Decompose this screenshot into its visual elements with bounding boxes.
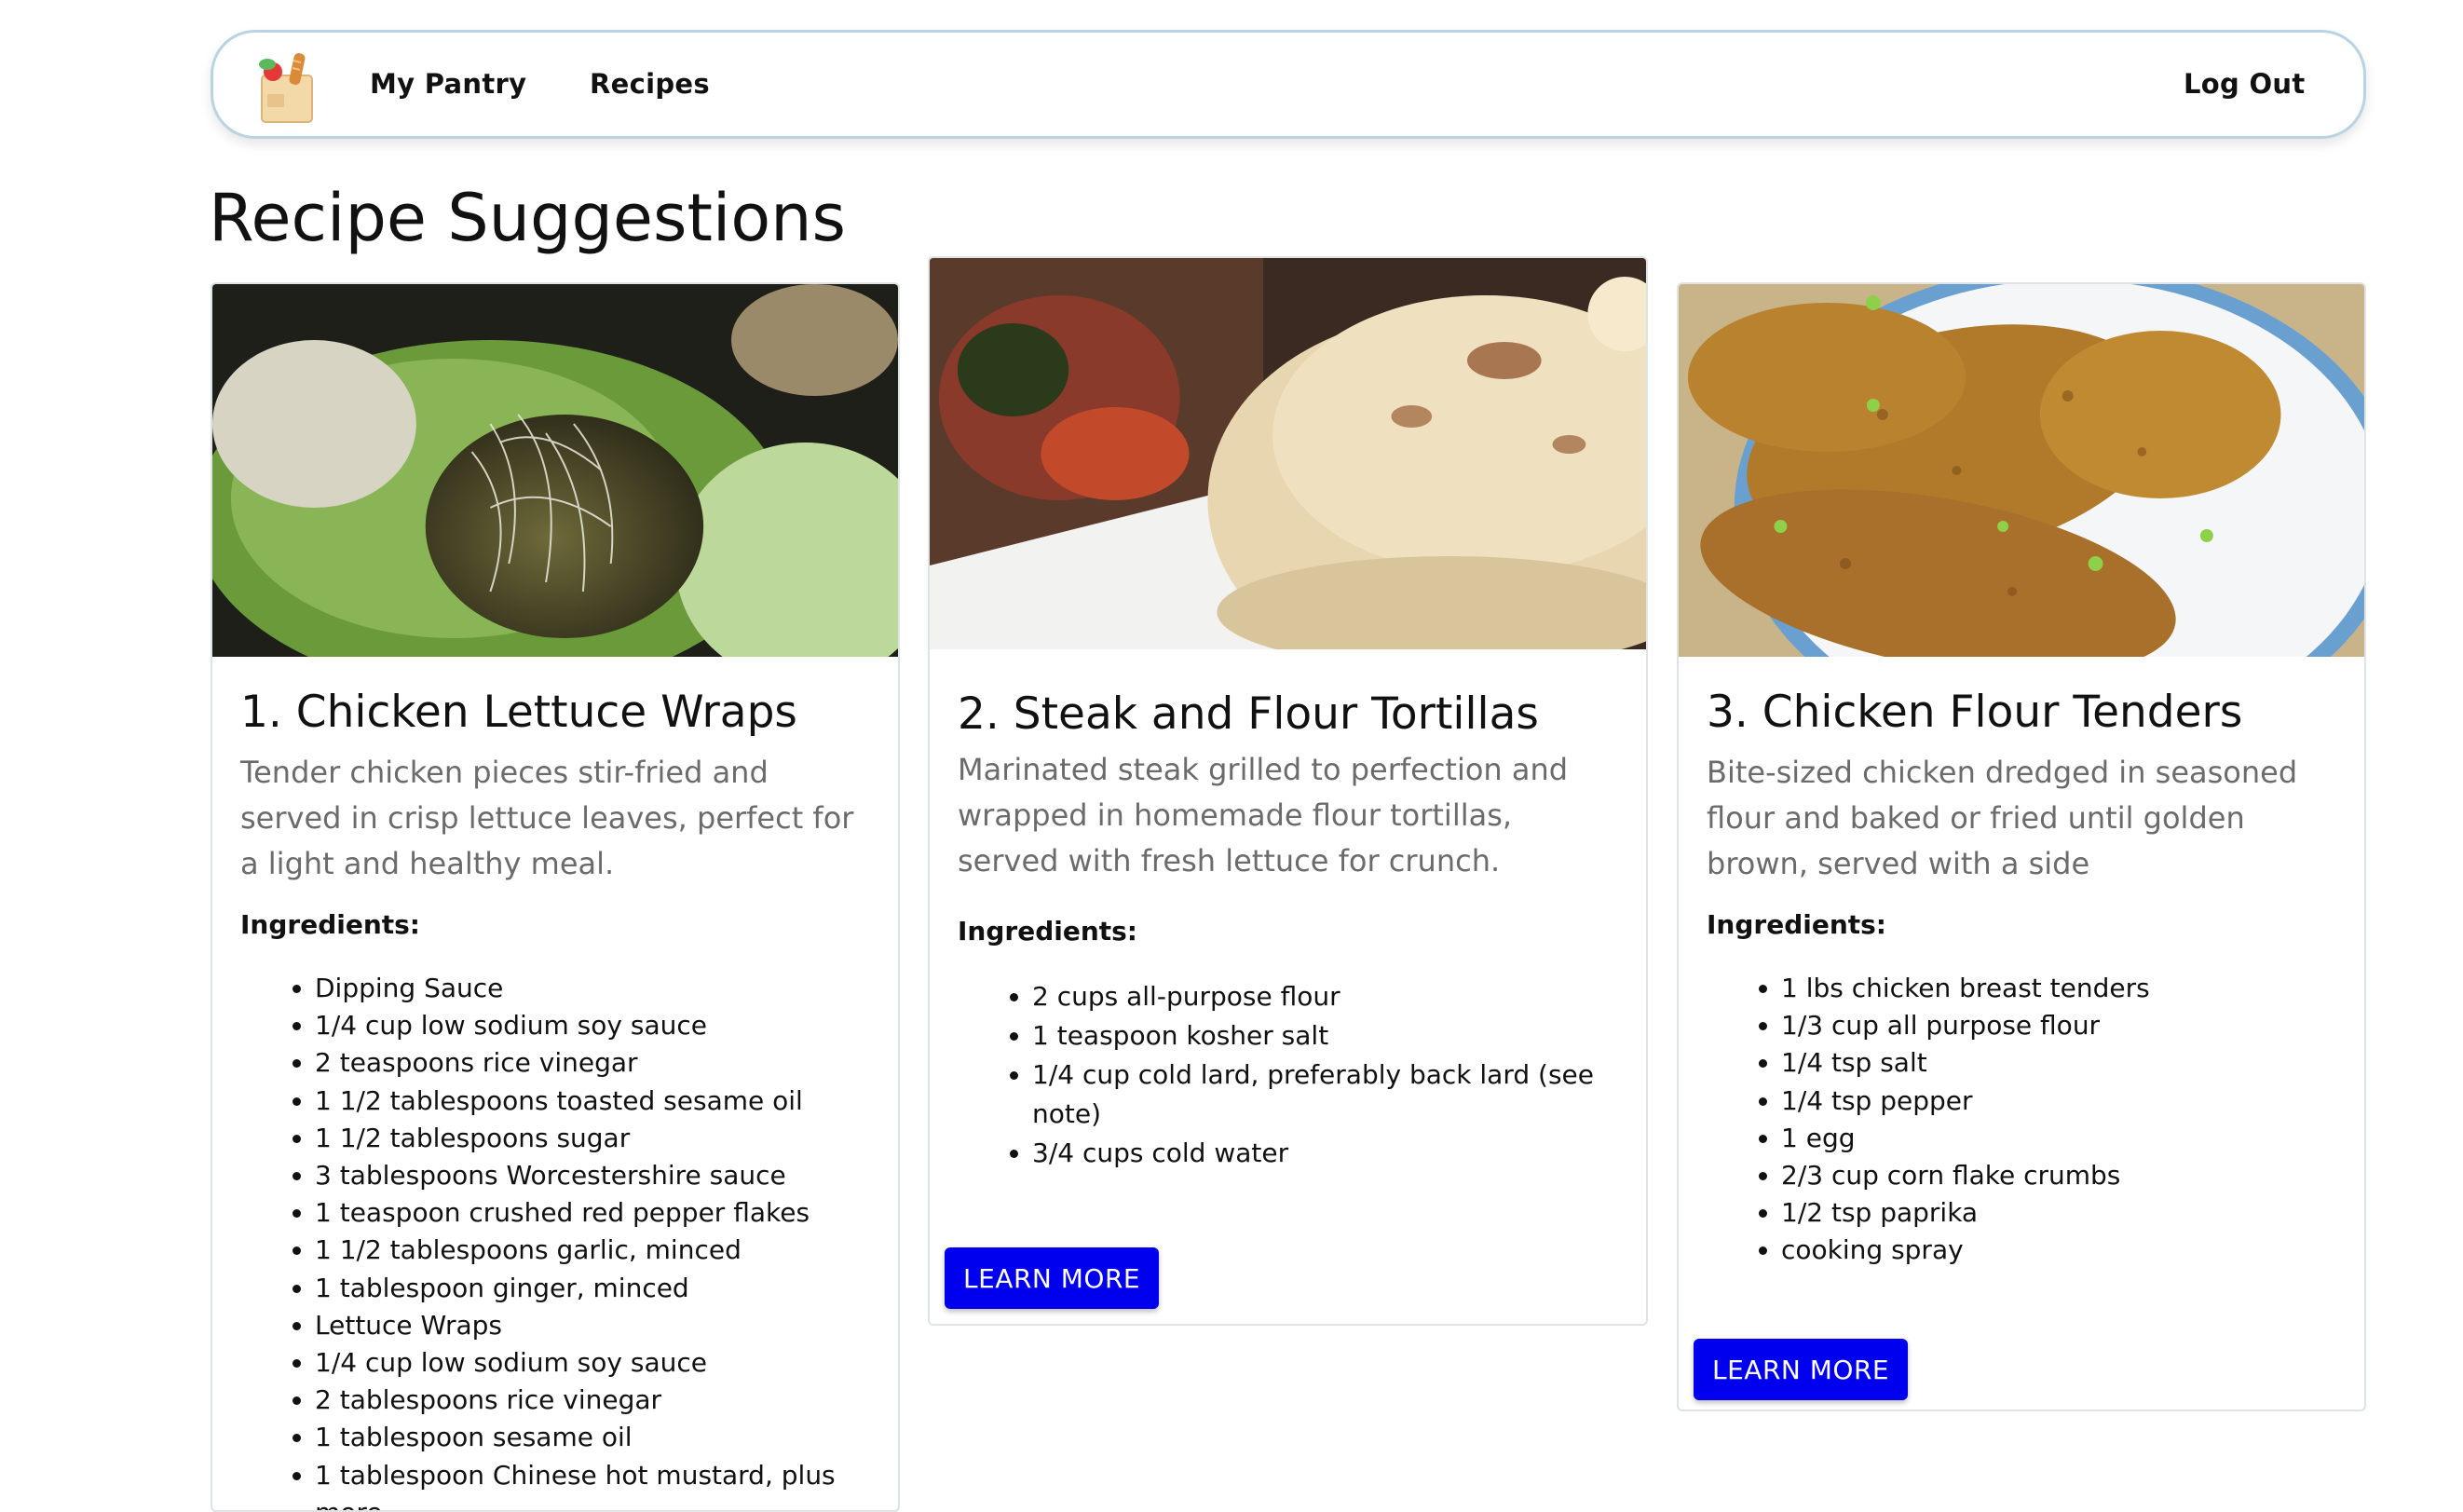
ingredient-item: Dipping Sauce (315, 970, 879, 1007)
ingredient-item: 1 1/2 tablespoons garlic, minced (315, 1232, 879, 1269)
ingredient-item: 1 tablespoon Chinese hot mustard, plus m… (315, 1457, 879, 1510)
ingredient-item: 1/2 tsp paprika (1781, 1194, 2346, 1232)
recipe-card: 2. Steak and Flour Tortillas Marinated s… (928, 256, 1648, 1326)
ingredient-item: 3 tablespoons Worcestershire sauce (315, 1157, 879, 1194)
chicken-tenders-photo (1679, 284, 2364, 657)
learn-more-button[interactable]: LEARN MORE (945, 1247, 1160, 1309)
logout-link[interactable]: Log Out (2184, 68, 2306, 100)
grocery-bag-icon[interactable] (254, 48, 320, 126)
ingredient-item: 2 teaspoons rice vinegar (315, 1044, 879, 1082)
recipe-title: 3. Chicken Flour Tenders (1707, 687, 2243, 738)
ingredient-item: 1 1/2 tablespoons toasted sesame oil (315, 1083, 879, 1120)
ingredient-item: 1/4 cup low sodium soy sauce (315, 1007, 879, 1044)
ingredient-item: 2 tablespoons rice vinegar (315, 1382, 879, 1419)
recipe-description: Marinated steak grilled to perfection an… (958, 752, 1569, 879)
ingredient-item: 1 lbs chicken breast tenders (1781, 970, 2346, 1007)
ingredient-item: cooking spray (1781, 1232, 2346, 1269)
recipe-title: 1. Chicken Lettuce Wraps (240, 687, 797, 738)
steak-and-tortillas-photo (930, 258, 1646, 649)
recipe-title: 2. Steak and Flour Tortillas (958, 688, 1539, 740)
ingredient-item: 1 tablespoon ginger, minced (315, 1270, 879, 1307)
learn-more-button[interactable]: LEARN MORE (1694, 1339, 1909, 1400)
ingredient-item: 1/4 cup cold lard, preferably back lard … (1032, 1056, 1627, 1134)
ingredient-item: 3/4 cups cold water (1032, 1134, 1627, 1173)
ingredients-label: Ingredients: (1707, 909, 1887, 940)
ingredients-label: Ingredients: (240, 909, 421, 940)
ingredient-item: 1/3 cup all purpose flour (1781, 1007, 2346, 1044)
ingredient-item: Lettuce Wraps (315, 1307, 879, 1344)
ingredient-item: 1 teaspoon kosher salt (1032, 1016, 1627, 1056)
ingredient-item: 1/4 tsp salt (1781, 1044, 2346, 1082)
page-title: Recipe Suggestions (209, 180, 847, 256)
nav-link-my-pantry[interactable]: My Pantry (370, 68, 526, 100)
recipe-card: 1. Chicken Lettuce Wraps Tender chicken … (211, 282, 900, 1512)
recipe-description: Tender chicken pieces stir-fried and ser… (240, 755, 854, 881)
ingredient-item: 2/3 cup corn flake crumbs (1781, 1157, 2346, 1194)
ingredient-item: 1 teaspoon crushed red pepper flakes (315, 1194, 879, 1232)
nav-link-recipes[interactable]: Recipes (590, 68, 710, 100)
ingredient-item: 1 tablespoon sesame oil (315, 1419, 879, 1456)
navbar: My Pantry Recipes Log Out (211, 30, 2366, 139)
ingredients-list: 1 lbs chicken breast tenders 1/3 cup all… (1707, 970, 2346, 1270)
ingredient-item: 1/4 tsp pepper (1781, 1083, 2346, 1120)
recipe-card: 3. Chicken Flour Tenders Bite-sized chic… (1677, 282, 2366, 1411)
ingredients-list: Dipping Sauce 1/4 cup low sodium soy sau… (240, 970, 879, 1510)
ingredient-item: 2 cups all-purpose flour (1032, 977, 1627, 1016)
recipe-description: Bite-sized chicken dredged in seasoned f… (1707, 755, 2298, 881)
chicken-lettuce-wraps-photo (212, 284, 898, 657)
ingredient-item: 1/4 cup low sodium soy sauce (315, 1344, 879, 1382)
ingredient-item: 1 egg (1781, 1120, 2346, 1157)
ingredients-label: Ingredients: (958, 916, 1138, 947)
ingredient-item: 1 1/2 tablespoons sugar (315, 1120, 879, 1157)
ingredients-list: 2 cups all-purpose flour 1 teaspoon kosh… (958, 977, 1627, 1173)
